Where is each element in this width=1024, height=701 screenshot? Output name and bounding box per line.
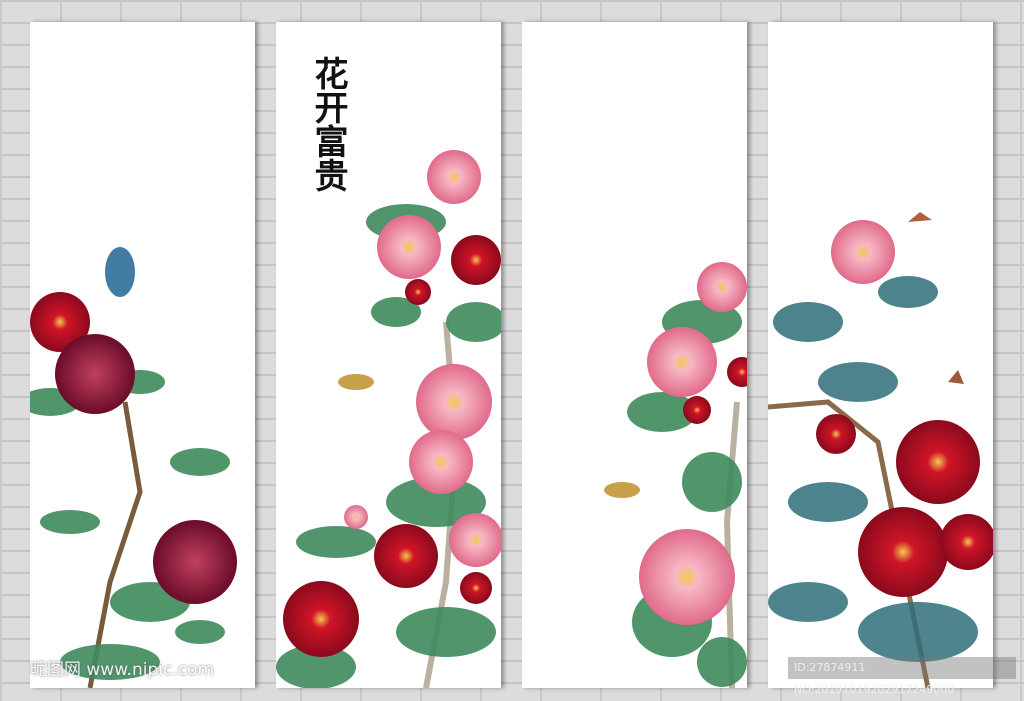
painting-panel-2: 花开富贵 [276, 22, 501, 688]
painting-panel-3 [522, 22, 747, 688]
peony-painting [30, 247, 237, 688]
painting-panel-1 [30, 22, 255, 688]
bird [338, 374, 374, 390]
butterfly [948, 370, 964, 384]
bird [604, 482, 640, 498]
watermark-site: 昵图网 www.nipic.com [30, 660, 215, 680]
peony-painting [604, 262, 747, 688]
watermark-id: ID:27874911 NO:20191019202917249000 [788, 657, 1016, 696]
butterfly [908, 212, 932, 222]
painting-title: 花开富贵 [308, 56, 348, 192]
peony-painting [768, 212, 993, 688]
painting-panel-4 [768, 22, 993, 688]
